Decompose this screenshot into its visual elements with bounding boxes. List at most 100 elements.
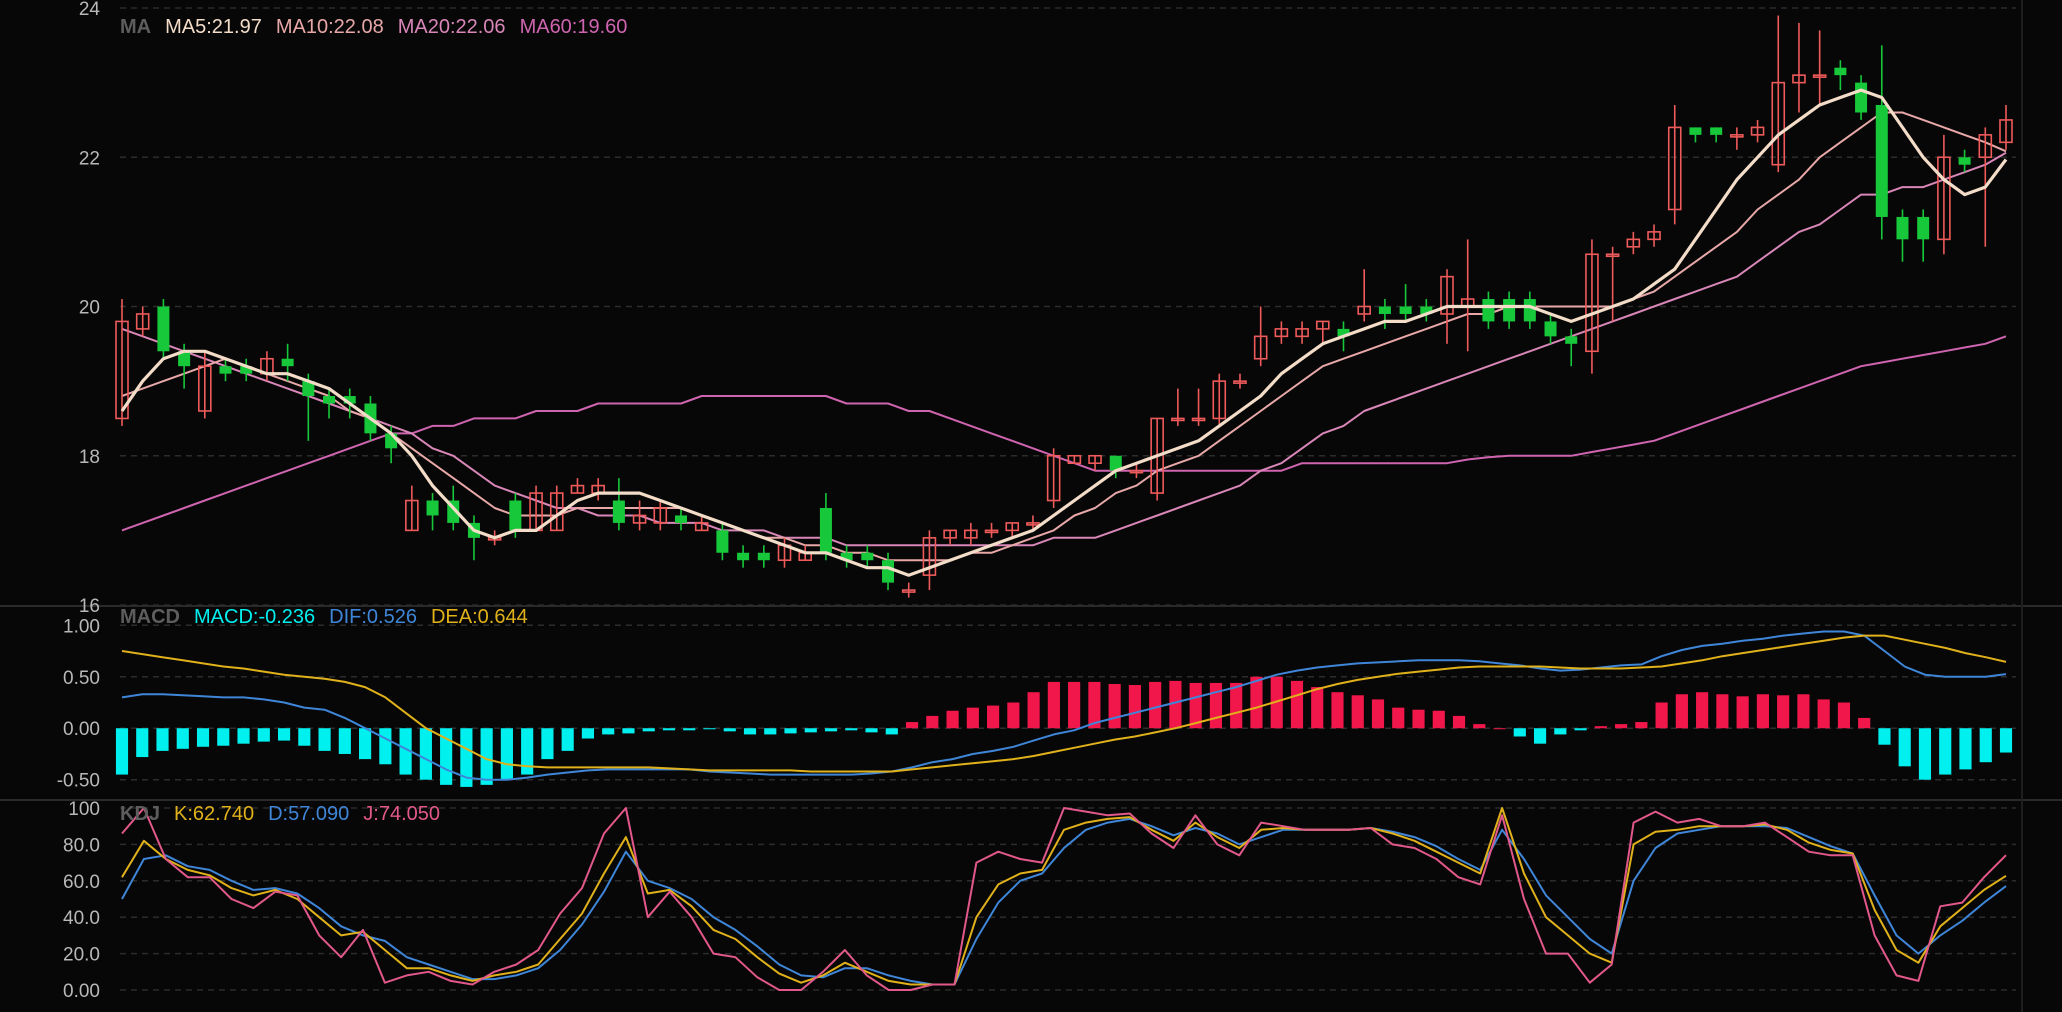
candle-down[interactable] [1378, 306, 1391, 314]
kdj-layer[interactable] [121, 807, 2007, 991]
macd-bar[interactable] [277, 728, 291, 741]
macd-bar[interactable] [419, 728, 432, 780]
macd-bar[interactable] [1290, 680, 1304, 729]
macd-bar[interactable] [1007, 702, 1020, 729]
macd-bar[interactable] [764, 728, 777, 735]
macd-bar[interactable] [1797, 694, 1810, 729]
macd-bar[interactable] [1250, 676, 1263, 729]
macd-bar[interactable] [196, 728, 210, 747]
macd-bar[interactable] [784, 728, 797, 734]
macd-bar[interactable] [581, 728, 595, 739]
stock-chart[interactable]: 24 22 20 18 16 1.00 0.50 0.00 -0.50 100 80.0 60.0 40… [0, 0, 2062, 1012]
candle-down[interactable] [509, 500, 522, 531]
macd-bar[interactable] [1918, 728, 1932, 780]
macd-bar[interactable] [1675, 694, 1688, 729]
macd-bar[interactable] [1311, 687, 1324, 729]
macd-bar[interactable] [561, 728, 574, 751]
macd-bar[interactable] [318, 728, 331, 751]
macd-bar[interactable] [115, 728, 129, 775]
macd-bar[interactable] [1858, 717, 1871, 729]
macd-bar[interactable] [1939, 728, 1952, 775]
macd-bar[interactable] [642, 728, 655, 732]
macd-bar[interactable] [1513, 728, 1526, 737]
macd-bar[interactable] [1392, 707, 1405, 729]
macd-bar[interactable] [1554, 728, 1567, 735]
macd-bar[interactable] [987, 705, 1000, 729]
macd-bar[interactable] [966, 707, 979, 729]
candle-down[interactable] [1482, 299, 1495, 322]
macd-bar[interactable] [926, 715, 939, 729]
macd-bar[interactable] [1777, 695, 1790, 729]
macd-bar[interactable] [1452, 715, 1466, 729]
macd-bar[interactable] [723, 728, 736, 732]
macd-bar[interactable] [359, 728, 372, 760]
candle-down[interactable] [882, 560, 895, 583]
macd-bar[interactable] [1371, 699, 1385, 729]
candle-down[interactable] [281, 358, 294, 367]
macd-bar[interactable] [1736, 696, 1749, 729]
macd-bar[interactable] [1635, 722, 1648, 729]
macd-bar[interactable] [1716, 694, 1729, 729]
macd-bar[interactable] [1047, 681, 1060, 729]
macd-bar[interactable] [1493, 728, 1506, 730]
macd-bar[interactable] [521, 728, 534, 775]
macd-bar[interactable] [176, 728, 189, 749]
macd-bar[interactable] [1615, 724, 1628, 729]
candle-down[interactable] [1523, 299, 1536, 322]
candle-down[interactable] [674, 515, 687, 523]
macd-bar[interactable] [1837, 702, 1851, 729]
macd-bar[interactable] [1574, 728, 1587, 731]
macd-bar[interactable] [905, 722, 919, 729]
candle-down[interactable] [861, 552, 874, 561]
candle-down[interactable] [157, 306, 170, 352]
macd-bar[interactable] [662, 728, 676, 731]
macd-bar[interactable] [602, 728, 615, 735]
macd-bar[interactable] [1898, 728, 1911, 767]
candle-down[interactable] [1896, 216, 1909, 240]
macd-bar[interactable] [379, 728, 392, 765]
macd-bar[interactable] [338, 728, 351, 754]
macd-bar[interactable] [257, 728, 270, 742]
macd-bar[interactable] [683, 728, 696, 731]
macd-bar[interactable] [1999, 728, 2013, 753]
macd-bar[interactable] [237, 728, 250, 744]
candle-down[interactable] [1399, 306, 1412, 314]
candle-down[interactable] [1565, 336, 1578, 344]
macd-bar[interactable] [1209, 682, 1223, 729]
macd-bar[interactable] [1149, 681, 1162, 729]
candle-down[interactable] [737, 552, 750, 561]
macd-layer[interactable] [115, 630, 2013, 787]
candle-down[interactable] [219, 366, 232, 374]
candle-down[interactable] [1503, 299, 1516, 322]
macd-bar[interactable] [1959, 728, 1972, 770]
macd-bar[interactable] [1594, 726, 1607, 729]
candle-down[interactable] [1958, 157, 1971, 165]
macd-bar[interactable] [1533, 728, 1547, 744]
candle-down[interactable] [757, 552, 770, 561]
macd-bar[interactable] [1351, 695, 1364, 729]
candle-down[interactable] [1917, 216, 1930, 240]
macd-bar[interactable] [1068, 681, 1081, 729]
candle-down[interactable] [1689, 127, 1702, 135]
macd-bar[interactable] [1230, 682, 1243, 729]
macd-bar[interactable] [1655, 702, 1668, 729]
macd-bar[interactable] [1473, 724, 1486, 729]
macd-bar[interactable] [824, 728, 838, 732]
macd-bar[interactable] [1756, 694, 1769, 729]
macd-bar[interactable] [156, 728, 169, 751]
macd-bar[interactable] [1412, 709, 1425, 729]
macd-bar[interactable] [845, 728, 858, 731]
macd-bar[interactable] [541, 728, 554, 760]
macd-bar[interactable] [885, 728, 898, 735]
macd-bar[interactable] [1108, 683, 1121, 729]
candle-down[interactable] [1710, 127, 1723, 135]
macd-bar[interactable] [1128, 685, 1141, 729]
candle-down[interactable] [323, 396, 336, 404]
macd-bar[interactable] [298, 728, 311, 746]
macd-bar[interactable] [1432, 710, 1445, 729]
candle-down[interactable] [1544, 321, 1557, 337]
macd-bar[interactable] [703, 728, 716, 730]
candle-down[interactable] [1875, 105, 1888, 217]
macd-bar[interactable] [1696, 692, 1709, 729]
macd-bar[interactable] [743, 728, 757, 735]
